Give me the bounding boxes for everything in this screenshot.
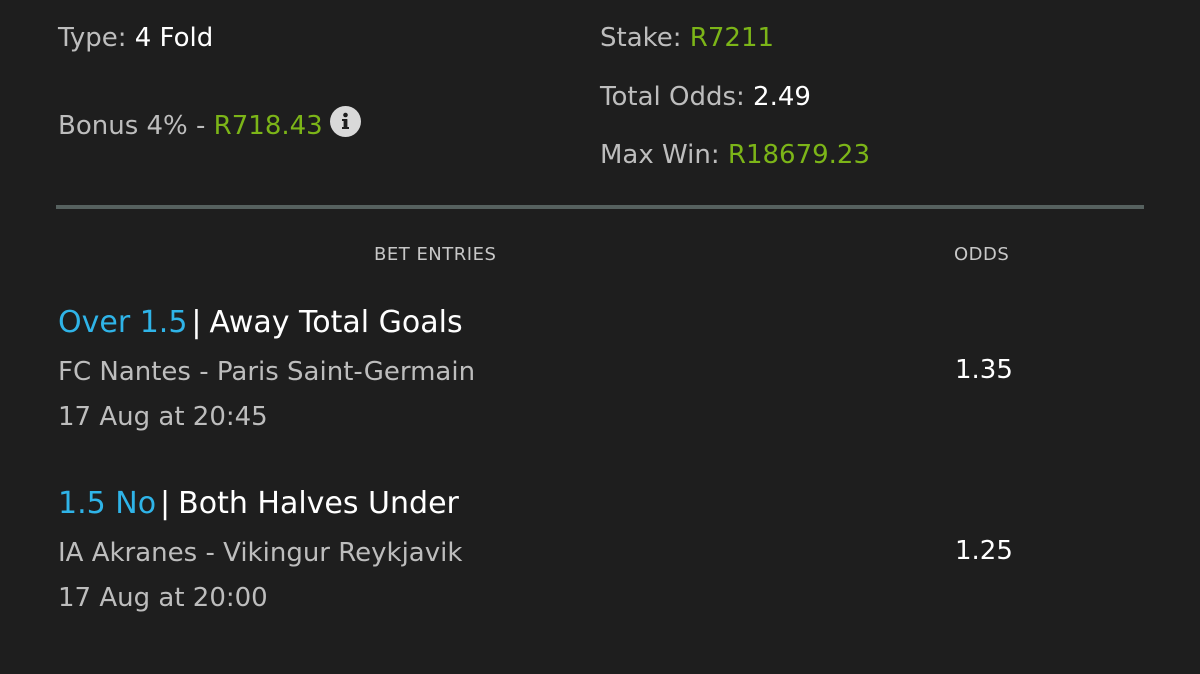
bet-type: Type: 4 Fold	[58, 25, 213, 51]
stake-label: Stake:	[600, 23, 682, 53]
bet-entry[interactable]: 1.5 No | Both Halves Under IA Akranes - Vi…	[58, 489, 1158, 612]
bet-entry-title-cut-off	[58, 664, 1158, 674]
bet-date: 17 Aug at 20:45	[58, 402, 268, 432]
bet-entry-title: Over 1.5 | Away Total Goals	[58, 308, 1158, 338]
bet-type-label: Type:	[58, 23, 127, 53]
title-separator: |	[160, 486, 171, 521]
bonus-value: R718.43	[213, 111, 323, 141]
odds-header: ODDS	[954, 244, 1010, 265]
bet-entry-title: 1.5 No | Both Halves Under	[58, 489, 1158, 519]
bet-match: FC Nantes - Paris Saint-Germain	[58, 357, 476, 387]
bet-match: IA Akranes - Vikingur Reykjavik	[58, 538, 463, 568]
max-win-value: R18679.23	[727, 140, 871, 170]
bonus-label: Bonus 4% -	[58, 111, 206, 141]
info-icon[interactable]	[330, 106, 361, 137]
bet-market: Away Total Goals	[209, 305, 463, 340]
bet-selection: Over 1.5	[58, 305, 188, 340]
info-icon-glyph	[342, 112, 349, 129]
bet-selection: 1.5 No	[58, 486, 157, 521]
total-odds-label: Total Odds:	[600, 82, 745, 112]
bet-entries-header: BET ENTRIES	[374, 244, 497, 265]
bet-market: Both Halves Under	[178, 486, 459, 521]
bet-entry[interactable]: Over 1.5 | Away Total Goals FC Nantes - Pa…	[58, 308, 1158, 431]
bet-type-value: 4 Fold	[134, 23, 214, 53]
section-divider	[56, 205, 1144, 209]
stake-value: R7211	[689, 23, 775, 53]
bet-odds: 1.25	[955, 536, 1013, 566]
bet-slip-screen: Type: 4 Fold Bonus 4% - R718.43 Stake: R…	[0, 0, 1200, 674]
bet-odds: 1.35	[955, 355, 1013, 385]
bonus-info: Bonus 4% - R718.43	[58, 113, 323, 139]
bet-selection-partial	[58, 661, 68, 674]
max-win: Max Win: R18679.23	[600, 142, 870, 168]
stake: Stake: R7211	[600, 25, 774, 51]
bet-date: 17 Aug at 20:00	[58, 583, 268, 613]
bet-entry-partial[interactable]	[58, 664, 1158, 674]
max-win-label: Max Win:	[600, 140, 720, 170]
title-separator: |	[191, 305, 202, 340]
total-odds-value: 2.49	[753, 82, 811, 112]
total-odds: Total Odds: 2.49	[600, 84, 811, 110]
